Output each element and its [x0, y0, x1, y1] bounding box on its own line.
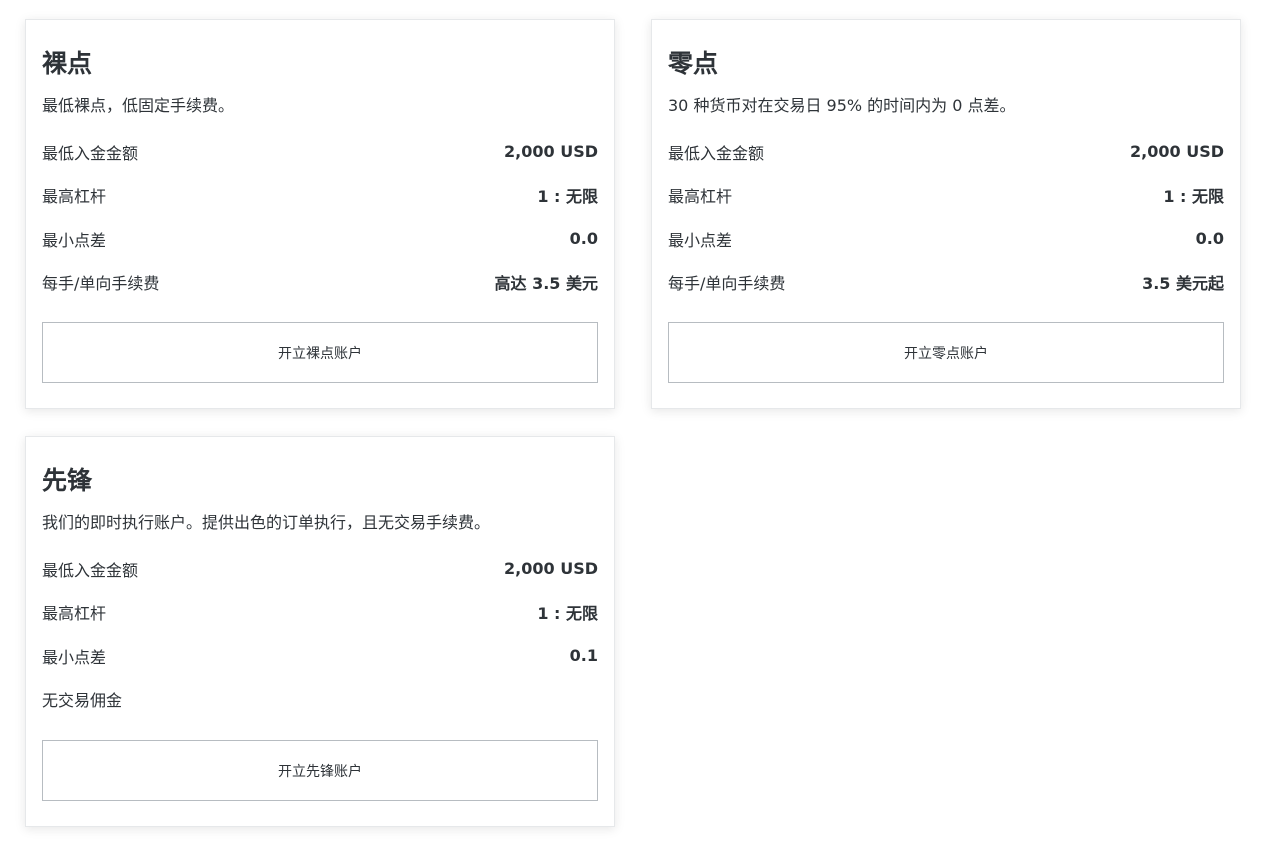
- spec-label: 最高杠杆: [668, 187, 733, 207]
- spec-label: 最高杠杆: [42, 187, 107, 207]
- spec-row-no-commission: 无交易佣金: [42, 678, 598, 722]
- card-description: 30 种货币对在交易日 95% 的时间内为 0 点差。: [668, 96, 1016, 115]
- spec-row-min-spread: 最小点差 0.1: [42, 634, 598, 678]
- spec-value: 0.1: [569, 646, 598, 666]
- card-title: 零点: [668, 49, 719, 78]
- card-title: 裸点: [42, 49, 93, 78]
- spec-label: 每手/单向手续费: [668, 274, 786, 294]
- account-card-zero: 零点 30 种货币对在交易日 95% 的时间内为 0 点差。 最低入金金额 2,…: [651, 19, 1241, 409]
- spec-row-min-spread: 最小点差 0.0: [668, 217, 1224, 261]
- spec-value: 高达 3.5 美元: [494, 274, 599, 294]
- spec-row-commission: 每手/单向手续费 高达 3.5 美元: [42, 261, 598, 305]
- spec-row-max-leverage: 最高杠杆 1 : 无限: [42, 591, 598, 635]
- card-description: 最低裸点，低固定手续费。: [42, 96, 235, 115]
- open-raw-account-button[interactable]: 开立裸点账户: [42, 322, 598, 383]
- spec-row-max-leverage: 最高杠杆 1 : 无限: [668, 174, 1224, 218]
- spec-label: 最小点差: [42, 230, 107, 250]
- spec-value: 2,000 USD: [504, 559, 598, 579]
- spec-label: 最小点差: [42, 647, 107, 667]
- spec-label: 最低入金金额: [42, 560, 139, 580]
- spec-label: 最低入金金额: [42, 143, 139, 163]
- account-card-pro: 先锋 我们的即时执行账户。提供出色的订单执行，且无交易手续费。 最低入金金额 2…: [25, 436, 615, 827]
- spec-value: 0.0: [1195, 229, 1224, 249]
- spec-value: 2,000 USD: [1130, 142, 1224, 162]
- spec-label: 最低入金金额: [668, 143, 765, 163]
- spec-row-min-spread: 最小点差 0.0: [42, 217, 598, 261]
- card-description: 我们的即时执行账户。提供出色的订单执行，且无交易手续费。: [42, 513, 491, 532]
- spec-label: 最高杠杆: [42, 604, 107, 624]
- spec-row-min-deposit: 最低入金金额 2,000 USD: [668, 130, 1224, 174]
- spec-row-min-deposit: 最低入金金额 2,000 USD: [42, 130, 598, 174]
- spec-value: 1 : 无限: [537, 604, 598, 624]
- spec-label: 每手/单向手续费: [42, 274, 160, 294]
- spec-list: 最低入金金额 2,000 USD 最高杠杆 1 : 无限 最小点差 0.0 每手…: [668, 130, 1224, 304]
- spec-row-commission: 每手/单向手续费 3.5 美元起: [668, 261, 1224, 305]
- card-title: 先锋: [42, 466, 93, 495]
- account-card-raw: 裸点 最低裸点，低固定手续费。 最低入金金额 2,000 USD 最高杠杆 1 …: [25, 19, 615, 409]
- spec-list: 最低入金金额 2,000 USD 最高杠杆 1 : 无限 最小点差 0.0 每手…: [42, 130, 598, 304]
- open-zero-account-button[interactable]: 开立零点账户: [668, 322, 1224, 383]
- spec-value: 0.0: [569, 229, 598, 249]
- spec-value: 3.5 美元起: [1142, 274, 1224, 294]
- spec-row-max-leverage: 最高杠杆 1 : 无限: [42, 174, 598, 218]
- spec-label: 最小点差: [668, 230, 733, 250]
- spec-value: 1 : 无限: [1163, 187, 1224, 207]
- spec-label: 无交易佣金: [42, 691, 123, 711]
- spec-list: 最低入金金额 2,000 USD 最高杠杆 1 : 无限 最小点差 0.1 无交…: [42, 547, 598, 721]
- spec-row-min-deposit: 最低入金金额 2,000 USD: [42, 547, 598, 591]
- spec-value: 2,000 USD: [504, 142, 598, 162]
- spec-value: 1 : 无限: [537, 187, 598, 207]
- open-pro-account-button[interactable]: 开立先锋账户: [42, 740, 598, 801]
